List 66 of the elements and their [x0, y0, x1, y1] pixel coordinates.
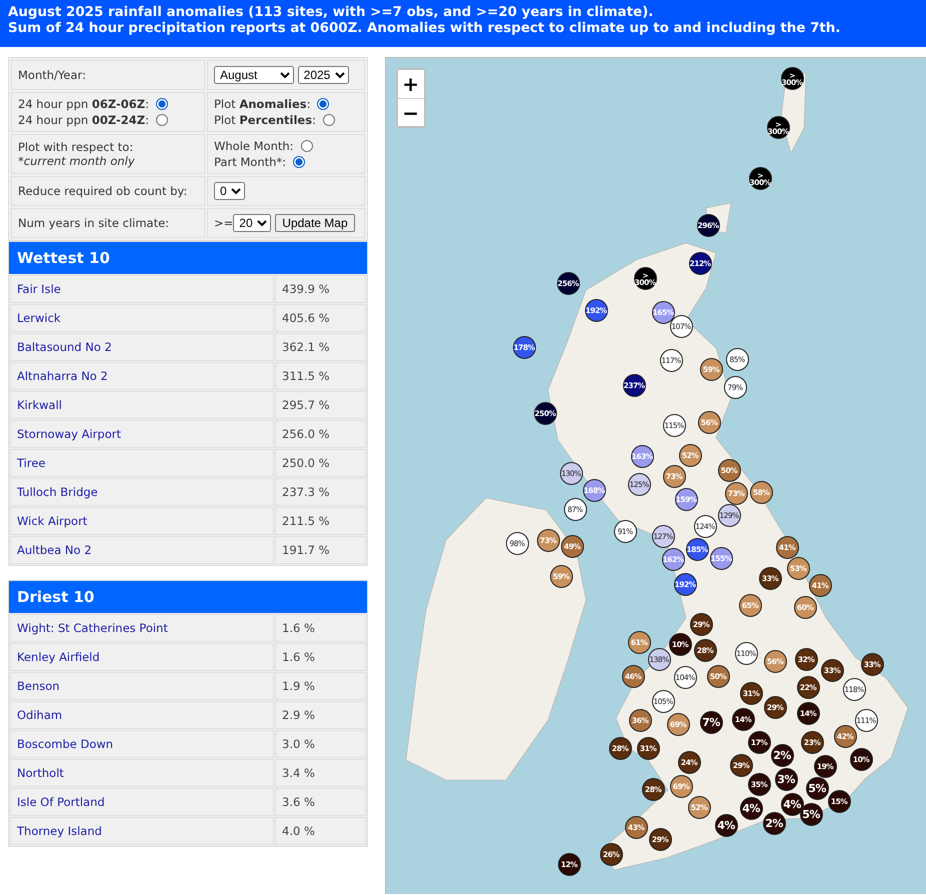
percentage-cell: 1.6 %	[275, 614, 366, 642]
field-label: Plot with respect to:	[18, 140, 134, 154]
radio-label: Part Month*:	[214, 155, 286, 169]
site-link[interactable]: Altnaharra No 2	[10, 362, 274, 390]
percentage-cell: 250.0 %	[275, 449, 366, 477]
radio-button[interactable]	[300, 140, 313, 152]
section-header: Driest 10	[9, 581, 367, 613]
site-link[interactable]: Kenley Airfield	[10, 643, 274, 671]
zoom-out-button[interactable]: −	[398, 98, 424, 126]
percentage-cell: 1.6 %	[275, 643, 366, 671]
site-link[interactable]: Stornoway Airport	[10, 420, 274, 448]
site-link[interactable]: Lerwick	[10, 304, 274, 332]
site-link[interactable]: Wick Airport	[10, 507, 274, 535]
section-header: Wettest 10	[9, 242, 367, 274]
year-select[interactable]: 2025	[298, 66, 349, 84]
site-link[interactable]: Fair Isle	[10, 275, 274, 303]
percentage-cell: 439.9 %	[275, 275, 366, 303]
site-link[interactable]: Northolt	[10, 759, 274, 787]
field-label: >=	[214, 216, 234, 230]
percentage-cell: 3.6 %	[275, 788, 366, 816]
site-link[interactable]: Wight: St Catherines Point	[10, 614, 274, 642]
percentage-cell: 405.6 %	[275, 304, 366, 332]
percentage-cell: 295.7 %	[275, 391, 366, 419]
page-title: Sum of 24 hour precipitation reports at 0600Z. Anomalies with respect to climate up to and including the 7th.	[8, 21, 842, 37]
site-link[interactable]: Tulloch Bridge	[10, 478, 274, 506]
radio-label: Plot Percentiles:	[214, 113, 316, 127]
site-link[interactable]: Tiree	[10, 449, 274, 477]
page-title: August 2025 rainfall anomalies (113 sites, with >=7 obs, and >=20 years in climate).	[8, 5, 654, 21]
percentage-cell: 3.0 %	[275, 730, 366, 758]
radio-label: 24 hour ppn 00Z-24Z:	[18, 113, 149, 127]
percentage-cell: 4.0 %	[275, 817, 366, 845]
radio-button[interactable]	[156, 98, 168, 110]
footnote: *current month only	[18, 154, 136, 168]
radio-button[interactable]	[156, 114, 168, 126]
radio-label: Plot Anomalies:	[214, 97, 310, 111]
site-link[interactable]: Odiham	[10, 701, 274, 729]
field-label: Reduce required ob count by:	[18, 184, 188, 198]
percentage-cell: 191.7 %	[275, 536, 366, 564]
percentage-cell: 3.4 %	[275, 759, 366, 787]
years-select[interactable]: 20	[233, 214, 272, 232]
rainfall-marker[interactable]: 5%	[800, 803, 823, 826]
radio-button[interactable]	[293, 156, 306, 168]
count-select[interactable]: 0	[214, 182, 245, 200]
rainfall-marker[interactable]: 2%	[762, 812, 786, 835]
site-link[interactable]: Benson	[10, 672, 274, 700]
site-link[interactable]: Thorney Island	[10, 817, 274, 845]
site-link[interactable]: Baltasound No 2	[10, 333, 274, 361]
percentage-cell: 237.3 %	[275, 478, 366, 506]
percentage-cell: 211.5 %	[275, 507, 366, 535]
percentage-cell: 256.0 %	[275, 420, 366, 448]
percentage-cell: 311.5 %	[275, 362, 366, 390]
site-link[interactable]: Aultbea No 2	[10, 536, 274, 564]
radio-button[interactable]	[317, 98, 330, 110]
site-link[interactable]: Boscombe Down	[10, 730, 274, 758]
site-link[interactable]: Kirkwall	[10, 391, 274, 419]
site-link[interactable]: Isle Of Portland	[10, 788, 274, 816]
percentage-cell: 362.1 %	[275, 333, 366, 361]
radio-label: 24 hour ppn 06Z-06Z:	[18, 97, 149, 111]
field-label: Num years in site climate:	[18, 216, 170, 230]
month-select[interactable]: August	[214, 66, 294, 84]
field-label: Month/Year:	[18, 68, 86, 82]
update-map-button[interactable]: Update Map	[275, 214, 355, 232]
percentage-cell: 2.9 %	[275, 701, 366, 729]
radio-label: Whole Month:	[214, 139, 294, 153]
radio-button[interactable]	[322, 114, 335, 126]
percentage-cell: 1.9 %	[275, 672, 366, 700]
